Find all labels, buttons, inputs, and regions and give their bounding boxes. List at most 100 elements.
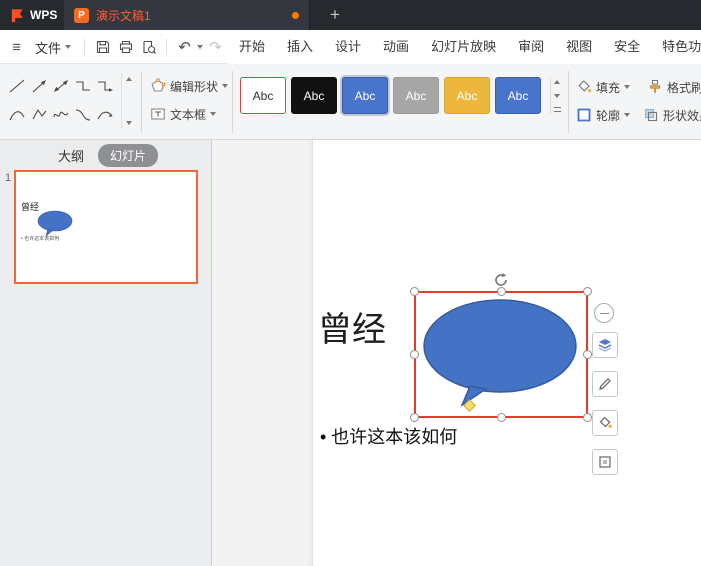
resize-handle-sw[interactable] (410, 413, 419, 422)
tab-design[interactable]: 设计 (324, 30, 372, 64)
shape-effects-button[interactable]: 形状效果 (643, 105, 701, 125)
rotate-icon (495, 273, 507, 286)
tab-special-features[interactable]: 特色功能 (651, 30, 701, 64)
save-button[interactable] (92, 34, 113, 60)
shape-selection-box[interactable] (410, 273, 592, 422)
slide-title-textbox[interactable]: 曾经 (318, 302, 386, 351)
shape-style-option-6[interactable]: Abc (495, 77, 541, 114)
print-preview-button[interactable] (138, 34, 159, 60)
undo-dropdown-icon[interactable] (197, 45, 204, 49)
shape-style-option-5[interactable]: Abc (444, 77, 490, 114)
titlebar: WPS P 演示文稿1 + (0, 0, 701, 30)
curved-connector-tool[interactable] (72, 100, 94, 129)
document-tab[interactable]: P 演示文稿1 (64, 0, 310, 30)
speech-bubble-shape[interactable] (420, 298, 584, 412)
scroll-down-icon[interactable] (125, 121, 132, 125)
tab-review[interactable]: 审阅 (507, 30, 555, 64)
elbow-arrow-connector-tool[interactable] (94, 71, 116, 100)
format-painter-button[interactable]: 格式刷 (647, 77, 701, 97)
scribble-tool[interactable] (50, 100, 72, 129)
arrow-icon (32, 79, 46, 92)
tab-view[interactable]: 视图 (555, 30, 603, 64)
resize-handle-s[interactable] (497, 413, 506, 422)
thumbnail-speech-bubble-shape (37, 210, 73, 237)
divider (166, 39, 168, 55)
undo-button[interactable]: ↶ (174, 34, 195, 60)
freeform-tool[interactable] (28, 100, 50, 129)
resize-handle-e[interactable] (583, 350, 592, 359)
resize-handle-w[interactable] (410, 350, 419, 359)
elbow-arrow-connector-icon (98, 80, 113, 92)
rotate-handle[interactable] (493, 272, 509, 288)
tab-slideshow[interactable]: 幻灯片放映 (420, 30, 507, 64)
tab-slides-active[interactable]: 幻灯片 (98, 143, 159, 167)
redo-button[interactable]: ↷ (205, 34, 226, 60)
print-preview-icon (142, 40, 156, 54)
tab-security[interactable]: 安全 (603, 30, 651, 64)
slide-number: 1 (5, 172, 12, 184)
file-menu-button[interactable]: 文件 (29, 38, 77, 57)
slide-bullet-textbox[interactable]: • 也许这本该如何 (320, 423, 457, 449)
divider (568, 71, 569, 133)
textbox-button[interactable]: 文本框 (150, 104, 217, 124)
resize-handle-nw[interactable] (410, 287, 419, 296)
resize-handle-se[interactable] (583, 413, 592, 422)
quick-frame-button[interactable] (592, 449, 618, 475)
divider (141, 71, 142, 133)
print-button[interactable] (115, 34, 136, 60)
save-icon (96, 40, 109, 54)
slides-panel: 大纲 幻灯片 1 曾经 • 也许这本该如何 (0, 140, 212, 566)
shape-style-option-2[interactable]: Abc (291, 77, 337, 114)
fill-label: 填充 (596, 80, 621, 95)
curve-tool[interactable] (6, 100, 28, 129)
line-icon (9, 79, 25, 92)
unsaved-indicator-dot (292, 12, 299, 19)
tab-insert[interactable]: 插入 (276, 30, 324, 64)
hamburger-menu-icon[interactable]: ≡ (6, 34, 27, 60)
shape-style-option-3-selected[interactable]: Abc (342, 77, 388, 114)
tab-home[interactable]: 开始 (228, 30, 276, 64)
edit-shape-button[interactable]: 编辑形状 (150, 76, 229, 96)
quick-fill-button[interactable] (592, 410, 618, 436)
line-tool[interactable] (6, 71, 28, 100)
scroll-up-icon[interactable] (125, 77, 132, 81)
quick-brush-button[interactable] (592, 371, 618, 397)
fill-button[interactable]: 填充 (576, 77, 631, 97)
app-name: WPS (30, 8, 58, 22)
textbox-label: 文本框 (170, 107, 207, 122)
format-painter-label: 格式刷 (667, 80, 701, 95)
fill-bucket-icon (599, 416, 612, 428)
double-arrow-tool[interactable] (50, 71, 72, 100)
wps-logo-icon (11, 8, 23, 22)
chevron-down-icon (624, 85, 631, 89)
new-tab-button[interactable]: + (322, 0, 348, 30)
arrow-tool[interactable] (28, 71, 50, 100)
file-menu-label: 文件 (35, 40, 62, 56)
scroll-up-icon[interactable] (554, 80, 560, 84)
wps-menu-button[interactable]: WPS (0, 0, 67, 30)
scroll-down-icon[interactable] (554, 93, 560, 98)
shapes-gallery-scroll (121, 73, 135, 129)
double-arrow-icon (54, 79, 68, 92)
outline-label: 轮廓 (596, 108, 621, 123)
edit-shape-label: 编辑形状 (170, 79, 219, 94)
slide-thumbnail-1[interactable]: 曾经 • 也许这本该如何 (14, 170, 198, 284)
frame-icon (599, 456, 611, 468)
shape-style-option-4[interactable]: Abc (393, 77, 439, 114)
tab-outline[interactable]: 大纲 (58, 146, 84, 165)
tab-animation[interactable]: 动画 (372, 30, 420, 64)
collapse-quick-toolbar-button[interactable] (594, 303, 614, 323)
expand-gallery-icon[interactable] (553, 107, 561, 112)
elbow-connector-tool[interactable] (72, 71, 94, 100)
outline-button[interactable]: 轮廓 (576, 105, 631, 125)
ribbon-tabs: 开始 插入 设计 动画 幻灯片放映 审阅 视图 安全 特色功能 (228, 30, 701, 64)
resize-handle-ne[interactable] (583, 287, 592, 296)
resize-handle-n[interactable] (497, 287, 506, 296)
presentation-file-icon: P (74, 7, 89, 23)
shape-style-option-1[interactable]: Abc (240, 77, 286, 114)
elbow-connector-icon (76, 80, 90, 91)
quick-layers-button[interactable] (592, 332, 618, 358)
curved-arrow-connector-tool[interactable] (94, 100, 116, 129)
textbox-icon (151, 108, 165, 120)
edit-shape-icon (151, 78, 166, 92)
